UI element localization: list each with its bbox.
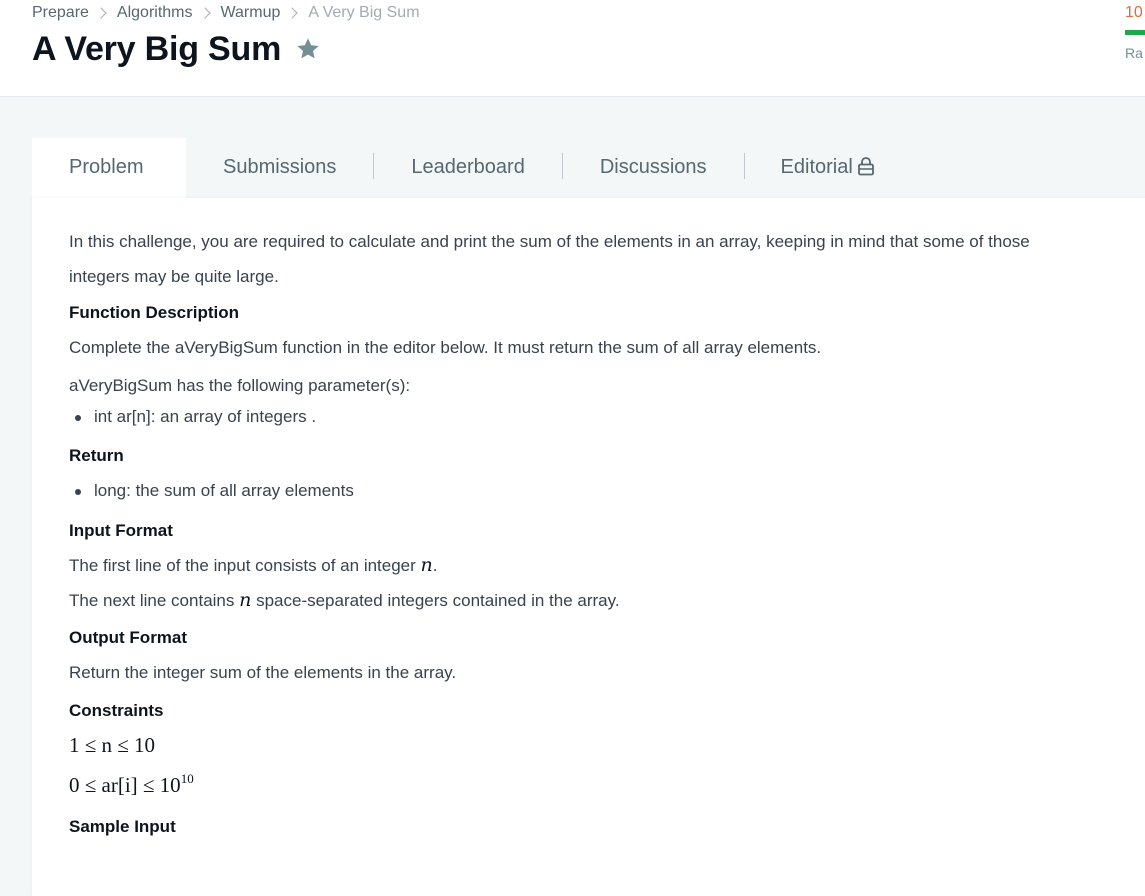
function-description-heading: Function Description (69, 303, 239, 322)
score-value: 10 (1125, 4, 1143, 21)
constraint-1: 1 ≤ n ≤ 10 (69, 733, 156, 757)
text-segment: . (432, 556, 438, 575)
page-header: Prepare Algorithms Warmup A Very Big Sum… (0, 0, 1145, 97)
breadcrumb: Prepare Algorithms Warmup A Very Big Sum (32, 3, 420, 23)
intro-text: In this challenge, you are required to c… (69, 232, 1030, 286)
math-variable: n (239, 589, 252, 611)
output-format-heading: Output Format (69, 628, 188, 647)
sample-input-heading: Sample Input (69, 817, 176, 836)
tab-label: Leaderboard (411, 156, 525, 178)
constraint-text: 0 ≤ ar[i] ≤ 10 (69, 773, 181, 797)
return-heading: Return (69, 446, 124, 465)
tab-submissions[interactable]: Submissions (186, 138, 373, 198)
input-format-line-2: The next line contains n space-separated… (69, 583, 1089, 618)
constraints-heading: Constraints (69, 701, 164, 720)
tab-editorial[interactable]: Editorial (745, 138, 875, 198)
breadcrumb-algorithms[interactable]: Algorithms (117, 3, 193, 23)
tab-label: Problem (69, 156, 144, 178)
problem-statement: In this challenge, you are required to c… (69, 226, 1089, 838)
score-panel: 10 Ra (1125, 4, 1145, 61)
parameters-intro: aVeryBigSum has the following parameter(… (69, 376, 411, 395)
title-row: A Very Big Sum (32, 28, 321, 70)
return-list: long: the sum of all array elements (69, 479, 1089, 503)
star-icon[interactable] (295, 36, 321, 62)
breadcrumb-current: A Very Big Sum (308, 4, 420, 21)
lock-icon (857, 157, 874, 176)
output-format-text: Return the integer sum of the elements i… (69, 663, 457, 682)
page-title: A Very Big Sum (32, 30, 282, 68)
math-variable: n (420, 554, 433, 576)
constraint-2: 0 ≤ ar[i] ≤ 1010 (69, 762, 1089, 802)
rank-label: Ra (1125, 45, 1143, 61)
tab-label: Submissions (223, 156, 337, 178)
list-item: long: the sum of all array elements (69, 479, 1089, 503)
chevron-right-icon (95, 7, 107, 19)
input-format-line-1: The first line of the input consists of … (69, 548, 1089, 583)
page: Prepare Algorithms Warmup A Very Big Sum… (0, 0, 1145, 896)
problem-statement-card: In this challenge, you are required to c… (32, 198, 1145, 896)
function-description-text: Complete the aVeryBigSum function in the… (69, 338, 822, 357)
text-segment: The next line contains (69, 591, 240, 610)
text-segment: space-separated integers contained in th… (251, 591, 620, 610)
breadcrumb-prepare[interactable]: Prepare (32, 3, 89, 23)
text-segment: The first line of the input consists of … (69, 556, 421, 575)
constraint-exponent: 10 (180, 771, 194, 786)
tab-label: Discussions (599, 156, 707, 178)
progress-bar (1125, 30, 1145, 35)
tab-discussions[interactable]: Discussions (563, 138, 744, 198)
input-format-heading: Input Format (69, 521, 173, 540)
chevron-right-icon (198, 7, 211, 19)
parameters-list: int ar[n]: an array of integers . (69, 405, 1089, 429)
chevron-right-icon (286, 7, 299, 19)
tab-bar: Problem Submissions Leaderboard Discussi… (32, 138, 875, 198)
breadcrumb-warmup[interactable]: Warmup (221, 3, 281, 23)
tab-label: Editorial (780, 156, 853, 178)
tab-problem[interactable]: Problem (32, 138, 186, 198)
list-item: int ar[n]: an array of integers . (69, 405, 1089, 429)
tab-leaderboard[interactable]: Leaderboard (374, 138, 561, 198)
